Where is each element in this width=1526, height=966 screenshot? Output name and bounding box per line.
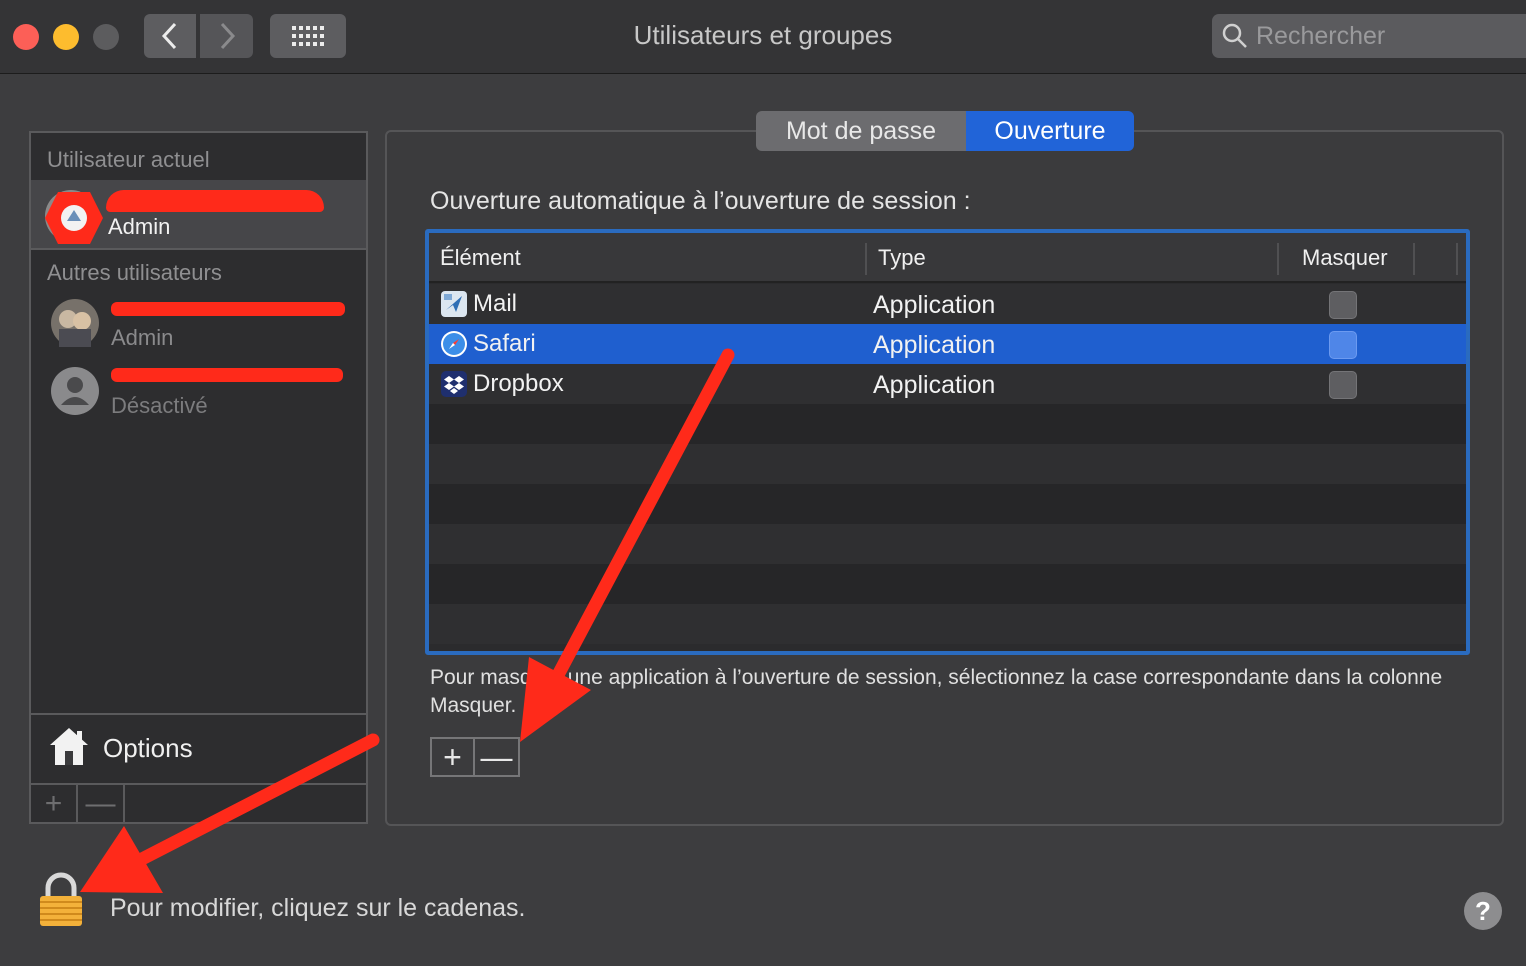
column-divider <box>1456 243 1458 275</box>
tab-login-items[interactable]: Ouverture <box>966 111 1134 151</box>
empty-row <box>429 444 1466 484</box>
table-row[interactable]: Dropbox Application <box>429 364 1466 404</box>
user-status: Désactivé <box>111 393 208 418</box>
user-list: Utilisateur actuel Admin Autres utilisat… <box>29 131 368 824</box>
column-divider <box>1277 243 1279 275</box>
guest-avatar-icon <box>51 367 99 415</box>
options-label: Options <box>103 733 193 763</box>
help-button[interactable]: ? <box>1464 892 1502 930</box>
user-role: Admin <box>111 325 174 350</box>
column-divider <box>865 243 867 275</box>
hide-checkbox[interactable] <box>1329 331 1357 359</box>
column-header-type[interactable]: Type <box>878 245 926 271</box>
empty-row <box>429 604 1466 644</box>
item-type: Application <box>873 331 996 359</box>
item-name: Mail <box>473 290 518 317</box>
user-role: Admin <box>108 214 171 239</box>
empty-row <box>429 484 1466 524</box>
dropbox-app-icon <box>441 371 467 397</box>
lock-icon[interactable] <box>38 872 84 928</box>
item-type: Application <box>873 371 996 399</box>
hide-checkbox[interactable] <box>1329 371 1357 399</box>
remove-login-item-button[interactable]: — <box>475 739 518 775</box>
table-header: Élément Type Masquer <box>429 233 1466 283</box>
add-user-button[interactable]: + <box>31 785 78 822</box>
tab-password[interactable]: Mot de passe <box>756 111 966 151</box>
login-options-item[interactable]: Options <box>31 715 366 783</box>
search-field[interactable] <box>1212 14 1526 58</box>
login-items-table[interactable]: Élément Type Masquer Mail Application Sa… <box>425 229 1470 655</box>
hide-checkbox[interactable] <box>1329 291 1357 319</box>
title-bar: Utilisateurs et groupes <box>0 0 1526 74</box>
tab-bar: Mot de passe Ouverture <box>756 111 1134 151</box>
redaction-mark <box>106 190 324 212</box>
add-login-item-button[interactable]: + <box>432 739 476 775</box>
remove-user-button[interactable]: — <box>78 785 125 822</box>
table-row[interactable]: Mail Application <box>429 284 1466 324</box>
login-items-heading: Ouverture automatique à l’ouverture de s… <box>430 187 971 215</box>
divider <box>31 248 366 250</box>
table-row[interactable]: Safari Application <box>429 324 1466 364</box>
lock-hint: Pour modifier, cliquez sur le cadenas. <box>110 894 526 922</box>
safari-app-icon <box>441 331 467 357</box>
column-divider <box>1413 243 1415 275</box>
column-header-item[interactable]: Élément <box>440 245 521 271</box>
hide-hint-text: Pour masquer une application à l’ouvertu… <box>430 666 1443 717</box>
column-header-hide[interactable]: Masquer <box>1302 245 1388 271</box>
empty-row <box>429 404 1466 444</box>
empty-row <box>429 564 1466 604</box>
user-item-current[interactable]: Admin <box>31 180 366 248</box>
redaction-mark <box>111 368 343 382</box>
search-icon <box>1222 23 1247 48</box>
current-user-header: Utilisateur actuel <box>47 147 210 172</box>
mail-app-icon <box>441 291 467 317</box>
house-icon <box>50 728 88 765</box>
item-type: Application <box>873 291 996 319</box>
other-users-header: Autres utilisateurs <box>47 260 222 285</box>
search-input[interactable] <box>1256 21 1496 51</box>
hexagon-badge-icon <box>45 192 103 244</box>
item-name: Dropbox <box>473 370 564 397</box>
empty-row <box>429 524 1466 564</box>
login-items-toolbar: + — <box>430 737 520 777</box>
redaction-mark <box>111 302 345 316</box>
user-list-toolbar: + — <box>31 783 366 822</box>
item-name: Safari <box>473 330 536 357</box>
avatar <box>51 299 99 347</box>
